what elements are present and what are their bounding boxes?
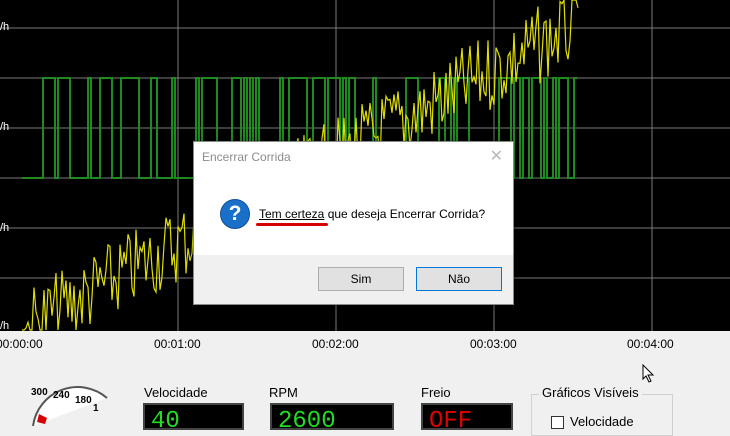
velocidade-checkbox-label[interactable]: Velocidade: [570, 414, 634, 429]
x-tick-label: 00:00:00: [0, 337, 43, 351]
gauge-scale-label: 240: [53, 390, 70, 401]
rpm-value: 2600: [278, 408, 336, 430]
gauge-scale-label: 180: [75, 395, 92, 406]
nao-button[interactable]: Não: [416, 267, 502, 291]
velocidade-checkbox[interactable]: [551, 416, 564, 429]
y-axis-label: /h: [0, 121, 10, 133]
question-icon: ?: [220, 199, 250, 229]
freio-label: Freio: [421, 385, 451, 400]
y-axis-label: /h: [0, 320, 10, 331]
velocidade-value: 40: [151, 408, 180, 430]
speedometer-icon: 300 240 180 1: [25, 384, 115, 431]
freio-value: OFF: [429, 408, 473, 430]
dialog-message: Tem certeza que deseja Encerrar Corrida?: [259, 207, 485, 221]
y-axis-label: /h: [0, 21, 10, 33]
x-tick-label: 00:03:00: [470, 337, 517, 351]
red-annotation-underline: [256, 223, 328, 226]
mouse-cursor-icon: [642, 364, 655, 383]
x-tick-label: 00:01:00: [154, 337, 201, 351]
y-axis-label: /h: [0, 222, 10, 234]
gauge-scale-label: 300: [31, 387, 48, 398]
velocidade-label: Velocidade: [144, 385, 208, 400]
rpm-label: RPM: [269, 385, 298, 400]
sim-button[interactable]: Sim: [318, 267, 404, 291]
dialog-button-bar: Sim Não: [194, 255, 513, 304]
close-icon[interactable]: ✕: [490, 146, 503, 166]
x-tick-label: 00:02:00: [312, 337, 359, 351]
gauge-scale-label: 1: [93, 403, 99, 414]
x-tick-label: 00:04:00: [627, 337, 674, 351]
message-emphasis: Tem certeza: [259, 207, 325, 221]
message-rest: que deseja Encerrar Corrida?: [324, 207, 486, 221]
dialog-title: Encerrar Corrida: [202, 150, 291, 164]
confirm-dialog: Encerrar Corrida ✕ ? Tem certeza que des…: [193, 141, 514, 305]
graficos-visiveis-title: Gráficos Visíveis: [539, 385, 642, 400]
